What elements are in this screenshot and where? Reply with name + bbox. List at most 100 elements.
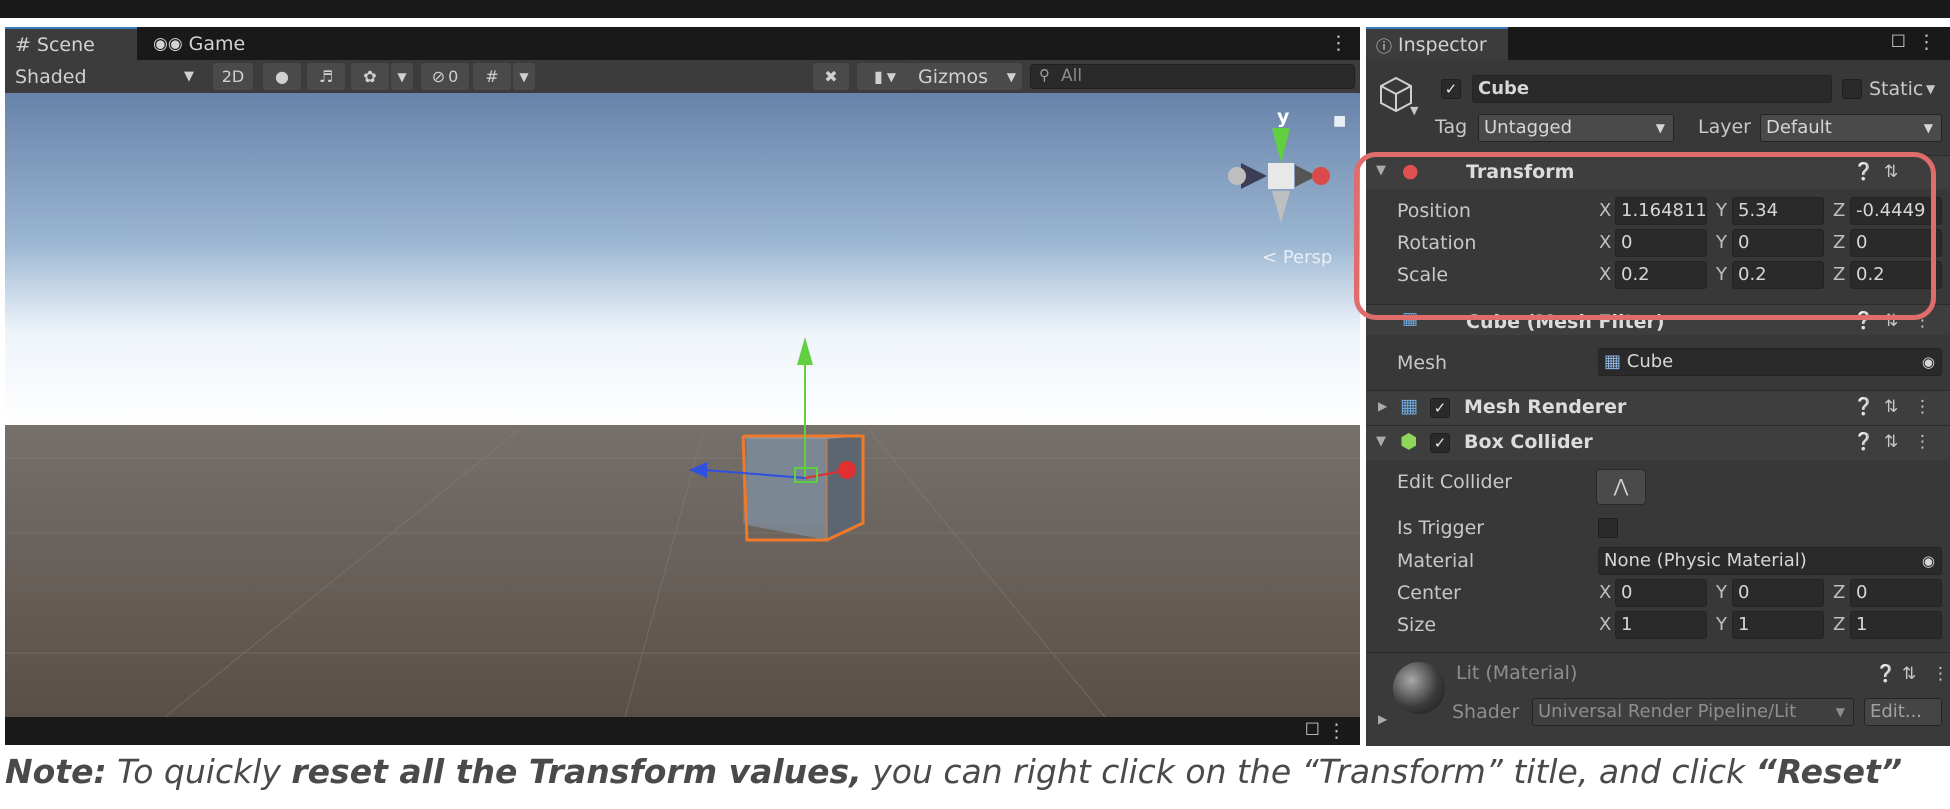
effects-dropdown-icon[interactable]: ▼ — [391, 63, 413, 90]
more-menu-icon[interactable]: ⋮ — [1914, 432, 1931, 452]
position-y-field[interactable]: 5.34 — [1732, 197, 1824, 225]
physic-material-field[interactable]: None (Physic Material) ◉ — [1598, 547, 1942, 575]
tab-inspector[interactable]: ⓘ Inspector — [1366, 27, 1508, 60]
scale-x-field[interactable]: 0.2 — [1615, 261, 1707, 289]
foldout-arrow-icon[interactable]: ▼ — [1376, 434, 1386, 449]
box-collider-header[interactable]: ▼ ⬢ ✓ Box Collider ❔ ⇅ ⋮ — [1366, 425, 1950, 460]
more-menu-icon[interactable]: ⋮ — [1914, 397, 1931, 417]
center-label[interactable]: Center — [1397, 582, 1461, 604]
grid-dropdown-icon[interactable]: ▼ — [513, 63, 535, 90]
scale-z-field[interactable]: 0.2 — [1850, 261, 1942, 289]
mesh-renderer-header[interactable]: ▶ ▦ ✓ Mesh Renderer ❔ ⇅ ⋮ — [1366, 390, 1950, 425]
effects-toggle-icon[interactable]: ✿ — [351, 63, 389, 90]
box-collider-enabled-checkbox[interactable]: ✓ — [1430, 433, 1450, 453]
tab-scene[interactable]: # Scene — [5, 27, 137, 60]
material-preview-sphere[interactable] — [1393, 662, 1445, 714]
position-x-field[interactable]: 1.164811 — [1615, 197, 1707, 225]
scale-y-field[interactable]: 0.2 — [1732, 261, 1824, 289]
more-menu-icon[interactable]: ⋮ — [1932, 664, 1949, 684]
object-picker-icon[interactable]: ◉ — [1922, 548, 1935, 574]
help-icon[interactable]: ❔ — [1853, 432, 1874, 452]
center-x-field[interactable]: 0 — [1615, 579, 1707, 607]
gizmos-dropdown[interactable]: Gizmos ▼ — [912, 63, 1022, 90]
edit-collider-button[interactable]: ⋀ — [1596, 469, 1646, 505]
hidden-objects-toggle[interactable]: ⊘ 0 — [421, 63, 469, 90]
object-name-field[interactable]: Cube — [1472, 75, 1832, 103]
foldout-arrow-icon[interactable]: ▶ — [1378, 399, 1387, 413]
scale-label[interactable]: Scale — [1397, 264, 1448, 286]
position-label[interactable]: Position — [1397, 200, 1471, 222]
axis-x-label[interactable]: X — [1599, 200, 1611, 221]
box-collider-title[interactable]: Box Collider — [1464, 431, 1593, 453]
size-x-field[interactable]: 1 — [1615, 611, 1707, 639]
axis-z-label[interactable]: Z — [1833, 232, 1845, 253]
lighting-toggle-icon[interactable]: ● — [263, 63, 301, 90]
center-y-field[interactable]: 0 — [1732, 579, 1824, 607]
help-icon[interactable]: ❔ — [1853, 397, 1874, 417]
center-z-field[interactable]: 0 — [1850, 579, 1942, 607]
lock-icon[interactable]: ☐ — [1305, 720, 1320, 740]
scene-more-menu-icon[interactable]: ⋮ — [1329, 32, 1348, 54]
rotation-x-field[interactable]: 0 — [1615, 229, 1707, 257]
axis-x-label[interactable]: X — [1599, 582, 1611, 603]
grid-toggle-icon[interactable]: # — [473, 63, 511, 90]
help-icon[interactable]: ❔ — [1853, 162, 1874, 182]
axis-z-label[interactable]: Z — [1833, 200, 1845, 221]
lock-icon[interactable]: ☐ — [1891, 32, 1906, 52]
mesh-renderer-enabled-checkbox[interactable]: ✓ — [1430, 398, 1450, 418]
toggle-2d-button[interactable]: 2D — [213, 63, 253, 90]
camera-dropdown-icon[interactable]: ▮ ▼ — [857, 63, 913, 90]
rotation-z-field[interactable]: 0 — [1850, 229, 1942, 257]
foldout-arrow-icon[interactable]: ▶ — [1378, 712, 1387, 726]
axis-z-label[interactable]: Z — [1833, 264, 1845, 285]
axis-y-label[interactable]: Y — [1716, 614, 1727, 635]
shader-edit-button[interactable]: Edit... — [1864, 698, 1942, 726]
mesh-filter-header[interactable]: ▦ Cube (Mesh Filter) ❔ ⇅ ⋮ — [1366, 304, 1950, 335]
tab-game[interactable]: ◉◉ Game — [143, 27, 273, 60]
axis-z-label[interactable]: Z — [1833, 582, 1845, 603]
axis-y-label[interactable]: Y — [1716, 232, 1727, 253]
more-menu-icon[interactable]: ⋮ — [1914, 311, 1931, 331]
layer-dropdown[interactable]: Default ▼ — [1760, 114, 1942, 142]
object-picker-icon[interactable]: ◉ — [1922, 349, 1935, 375]
scene-search-input[interactable]: ⚲ All — [1030, 64, 1355, 89]
size-y-field[interactable]: 1 — [1732, 611, 1824, 639]
more-menu-icon[interactable]: ⋮ — [1327, 720, 1346, 742]
mesh-filter-title[interactable]: Cube (Mesh Filter) — [1466, 311, 1665, 333]
lock-icon[interactable]: ■ — [1333, 113, 1346, 129]
mesh-object-field[interactable]: ▦ Cube ◉ — [1598, 348, 1942, 376]
tools-icon[interactable]: ✖ — [813, 63, 849, 90]
presets-icon[interactable]: ⇅ — [1884, 397, 1898, 417]
static-dropdown-icon[interactable]: ▼ — [1926, 82, 1935, 96]
object-active-checkbox[interactable]: ✓ — [1441, 79, 1461, 99]
axis-y-label[interactable]: Y — [1716, 582, 1727, 603]
icon-dropdown-icon[interactable]: ▼ — [1410, 104, 1418, 117]
axis-z-label[interactable]: Z — [1833, 614, 1845, 635]
projection-label[interactable]: < Persp — [1262, 247, 1332, 268]
axis-y-label[interactable]: Y — [1716, 264, 1727, 285]
audio-toggle-icon[interactable]: ♬ — [307, 63, 345, 90]
transform-title[interactable]: Transform — [1466, 161, 1574, 183]
mesh-renderer-title[interactable]: Mesh Renderer — [1464, 396, 1626, 418]
shader-dropdown[interactable]: Universal Render Pipeline/Lit ▼ — [1532, 698, 1854, 726]
size-z-field[interactable]: 1 — [1850, 611, 1942, 639]
help-icon[interactable]: ❔ — [1853, 311, 1874, 331]
presets-icon[interactable]: ⇅ — [1884, 162, 1898, 182]
presets-icon[interactable]: ⇅ — [1902, 664, 1916, 684]
foldout-arrow-icon[interactable]: ▼ — [1376, 163, 1386, 178]
presets-icon[interactable]: ⇅ — [1884, 311, 1898, 331]
axis-y-label[interactable]: Y — [1716, 200, 1727, 221]
static-checkbox[interactable] — [1842, 79, 1862, 99]
is-trigger-checkbox[interactable] — [1598, 518, 1618, 538]
tag-dropdown[interactable]: Untagged ▼ — [1478, 114, 1674, 142]
position-z-field[interactable]: -0.4449 — [1850, 197, 1942, 225]
axis-x-label[interactable]: X — [1599, 232, 1611, 253]
more-menu-icon[interactable]: ⋮ — [1917, 31, 1936, 53]
transform-header[interactable]: ▼ ● Transform ❔ ⇅ — [1366, 155, 1950, 190]
shading-mode-dropdown[interactable]: Shaded ▼ — [7, 63, 202, 90]
size-label[interactable]: Size — [1397, 614, 1436, 636]
scene-viewport[interactable]: y < Persp ■ — [5, 93, 1360, 717]
presets-icon[interactable]: ⇅ — [1884, 432, 1898, 452]
rotation-label[interactable]: Rotation — [1397, 232, 1476, 254]
rotation-y-field[interactable]: 0 — [1732, 229, 1824, 257]
